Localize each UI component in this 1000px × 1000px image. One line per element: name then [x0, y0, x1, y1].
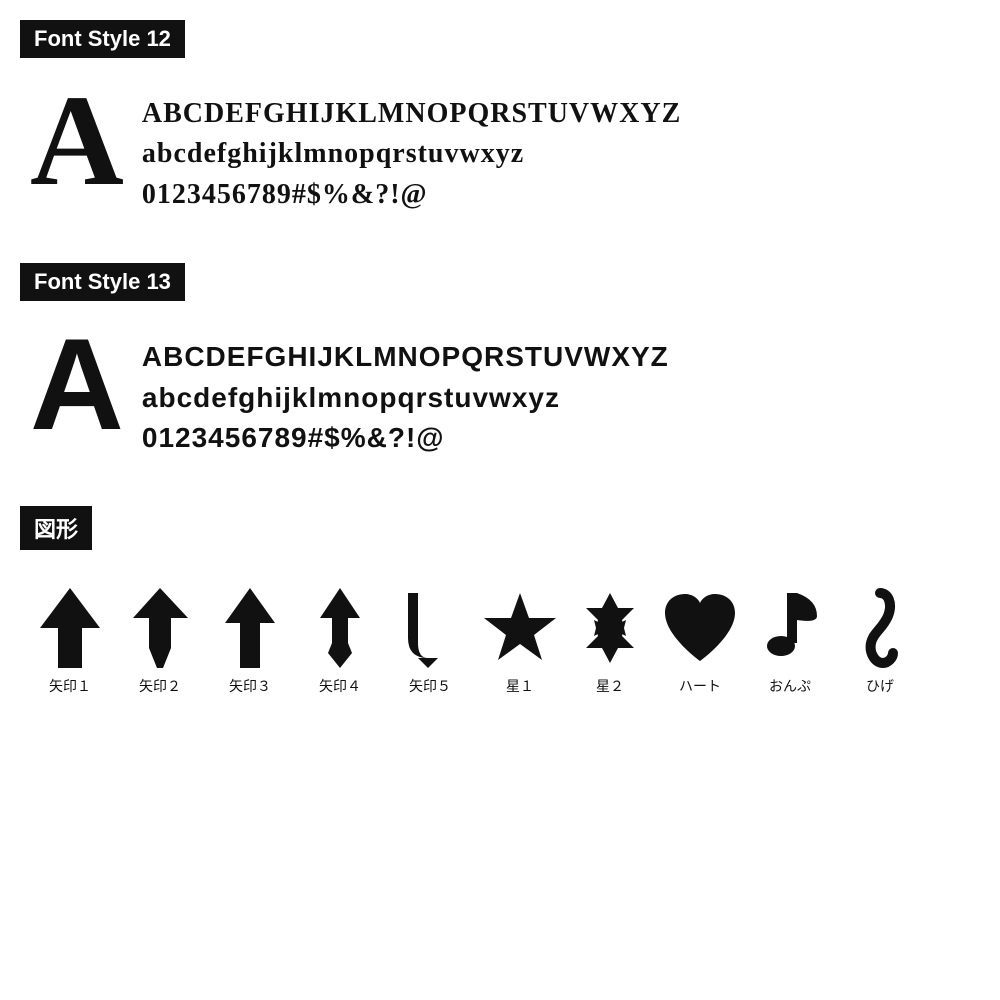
shape-item-arrow5: 矢印５	[390, 588, 470, 696]
mustache-icon	[863, 588, 898, 668]
shape-item-arrow3: 矢印３	[210, 588, 290, 696]
font13-big-letter: A	[30, 319, 124, 449]
shape-item-arrow2: 矢印２	[120, 588, 200, 696]
shape-item-heart: ハート	[660, 588, 740, 696]
shape-label-arrow5: 矢印５	[409, 676, 451, 696]
shape-label-mustache: ひげ	[866, 676, 894, 696]
font-style-13-section: Font Style 13 A ABCDEFGHIJKLMNOPQRSTUVWX…	[20, 263, 980, 476]
shape-item-arrow1: 矢印１	[30, 588, 110, 696]
font13-demo: A ABCDEFGHIJKLMNOPQRSTUVWXYZ abcdefghijk…	[20, 319, 980, 476]
font13-line1: ABCDEFGHIJKLMNOPQRSTUVWXYZ	[142, 339, 669, 375]
shape-label-star1: 星１	[506, 676, 534, 696]
shape-label-arrow2: 矢印２	[139, 676, 181, 696]
shape-label-arrow1: 矢印１	[49, 676, 91, 696]
heart-icon	[660, 588, 740, 668]
arrow4-icon	[320, 588, 360, 668]
shapes-grid: 矢印１ 矢印２ 矢印３	[20, 568, 980, 706]
star1-icon	[480, 588, 560, 668]
font13-char-lines: ABCDEFGHIJKLMNOPQRSTUVWXYZ abcdefghijklm…	[142, 329, 669, 456]
font13-line3: 0123456789#$%&?!@	[142, 420, 669, 456]
shape-item-music: おんぷ	[750, 588, 830, 696]
font-style-12-section: Font Style 12 A ABCDEFGHIJKLMNOPQRSTUVWX…	[20, 20, 980, 233]
music-icon	[763, 588, 818, 668]
font12-header: Font Style 12	[20, 20, 185, 58]
font12-line1: ABCDEFGHIJKLMNOPQRSTUVWXYZ	[142, 96, 681, 132]
star2-icon	[570, 588, 650, 668]
shape-label-arrow3: 矢印３	[229, 676, 271, 696]
arrow5-icon	[398, 588, 463, 668]
font12-big-letter: A	[30, 76, 124, 206]
shape-item-mustache: ひげ	[840, 588, 920, 696]
font13-header: Font Style 13	[20, 263, 185, 301]
shapes-header: 図形	[20, 506, 92, 550]
arrow3-icon	[225, 588, 275, 668]
shape-label-star2: 星２	[596, 676, 624, 696]
shape-item-star2: 星２	[570, 588, 650, 696]
shape-item-star1: 星１	[480, 588, 560, 696]
shapes-section: 図形 矢印１ 矢印２	[20, 506, 980, 706]
shape-label-arrow4: 矢印４	[319, 676, 361, 696]
arrow1-icon	[40, 588, 100, 668]
font12-line3: 0123456789#$%&?!@	[142, 177, 681, 213]
font12-char-lines: ABCDEFGHIJKLMNOPQRSTUVWXYZ abcdefghijklm…	[142, 86, 681, 213]
font12-demo: A ABCDEFGHIJKLMNOPQRSTUVWXYZ abcdefghijk…	[20, 76, 980, 233]
shape-item-arrow4: 矢印４	[300, 588, 380, 696]
arrow2-icon	[133, 588, 188, 668]
font13-line2: abcdefghijklmnopqrstuvwxyz	[142, 380, 669, 416]
font12-line2: abcdefghijklmnopqrstuvwxyz	[142, 136, 681, 172]
shape-label-heart: ハート	[679, 676, 721, 696]
shape-label-music: おんぷ	[769, 676, 811, 696]
